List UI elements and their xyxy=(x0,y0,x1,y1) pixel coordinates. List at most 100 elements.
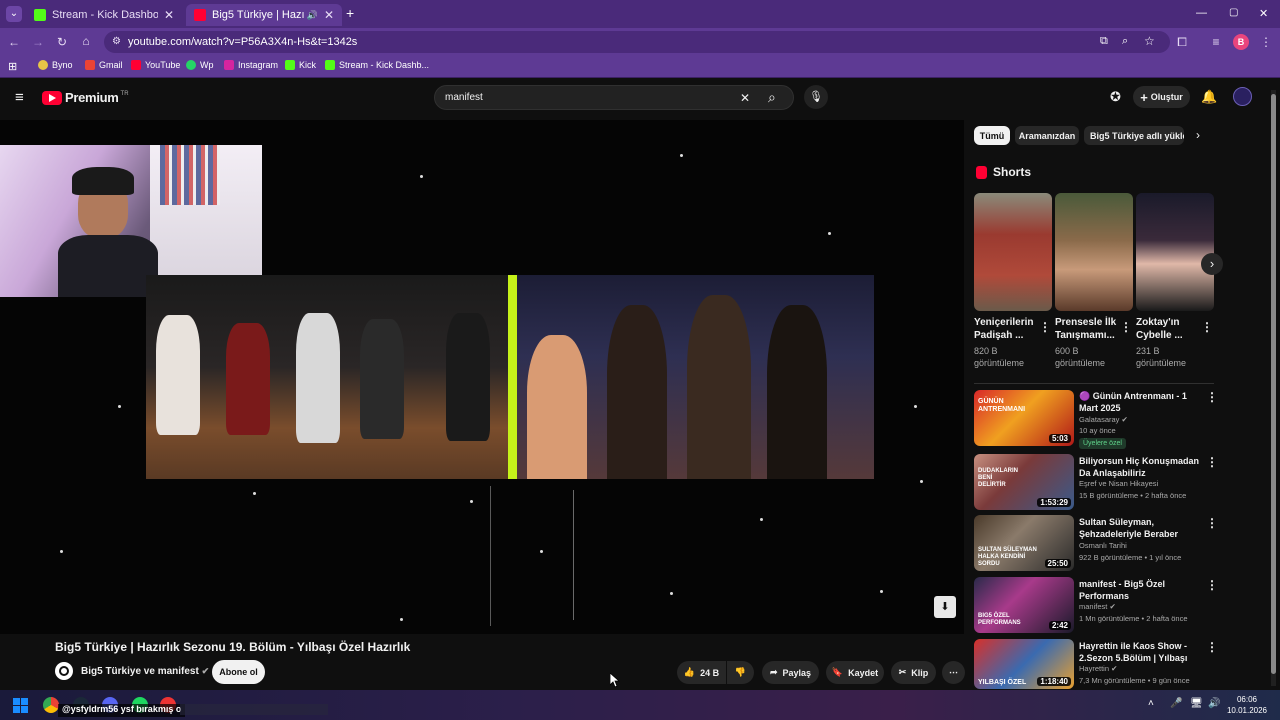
chrome-taskbar-icon[interactable] xyxy=(43,697,59,713)
rec-thumbnail[interactable]: GÜNÜN ANTRENMANI 5:03 xyxy=(974,390,1074,446)
create-button[interactable]: + Oluştur xyxy=(1133,86,1190,108)
search-box[interactable]: manifest ✕ ⌕ xyxy=(434,85,794,110)
video-frame-reaction xyxy=(517,275,874,479)
rec-thumbnail[interactable]: DUDAKLARIN BENİ DELİRTİR 1:53:29 xyxy=(974,454,1074,510)
bookmark-youtube[interactable]: YouTube xyxy=(131,60,180,70)
search-input[interactable]: manifest xyxy=(445,92,483,103)
home-icon[interactable]: ⌂ xyxy=(78,34,94,48)
rec-title[interactable]: Hayrettin ile Kaos Show - 2.Sezon 5.Bölü… xyxy=(1079,640,1201,664)
shorts-next-button[interactable]: › xyxy=(1201,253,1223,275)
rec-title[interactable]: Sultan Süleyman, Şehzadeleriyle Beraber … xyxy=(1079,516,1201,540)
channel-name[interactable]: Big5 Türkiye ve manifest ✔ xyxy=(81,666,209,677)
browser-menu-icon[interactable]: ⋮ xyxy=(1258,35,1274,49)
tab-search-icon[interactable]: ⌄ xyxy=(6,6,22,22)
rec-more-icon[interactable]: ⋮ xyxy=(1206,516,1218,530)
chip-from-search[interactable]: Aramanızdan xyxy=(1015,126,1079,145)
thumb-text: YILBAŞI ÖZEL xyxy=(978,679,1027,686)
video-player[interactable]: ⬇ xyxy=(0,120,964,634)
profile-avatar[interactable]: B xyxy=(1233,34,1249,50)
rec-channel[interactable]: Eşref ve Nisan Hikayesi xyxy=(1079,478,1204,490)
short-title[interactable]: Prensesle İlk Tanışmamı... xyxy=(1055,316,1125,342)
clear-search-icon[interactable]: ✕ xyxy=(740,91,750,105)
apps-grid-icon[interactable]: ⊞ xyxy=(8,60,17,73)
back-icon[interactable]: ← xyxy=(6,35,22,49)
like-button[interactable]: 👍 24 B xyxy=(677,661,726,684)
subscribe-button[interactable]: Abone ol xyxy=(212,660,265,684)
cast-icon[interactable]: ⧉ xyxy=(1100,35,1108,48)
bookmark-byno[interactable]: Byno xyxy=(38,60,73,70)
bookmark-label: Byno xyxy=(52,60,73,70)
rec-more-icon[interactable]: ⋮ xyxy=(1206,578,1218,592)
dislike-button[interactable]: 👎 xyxy=(727,661,754,684)
extensions-icon[interactable]: ⧠ xyxy=(1174,35,1190,50)
mouse-cursor-icon xyxy=(610,673,620,688)
bookmark-kick[interactable]: Kick xyxy=(285,60,316,70)
voice-search-icon[interactable]: 🎙 xyxy=(804,85,828,109)
share-button[interactable]: ➦ Paylaş xyxy=(762,661,819,684)
rec-thumbnail[interactable]: YILBAŞI ÖZEL 1:18:40 xyxy=(974,639,1074,689)
windows-start-icon[interactable] xyxy=(13,698,28,713)
short-title[interactable]: Zoktay'ın Cybelle ... xyxy=(1136,316,1206,342)
bookmark-instagram[interactable]: Instagram xyxy=(224,60,278,70)
tray-expand-icon[interactable]: ˄ xyxy=(1148,698,1154,709)
restore-icon[interactable]: ▢ xyxy=(1229,7,1238,18)
system-clock[interactable]: 06:06 10.01.2026 xyxy=(1225,694,1269,716)
tab-youtube-video[interactable]: Big5 Türkiye | Hazırlık Sezonu 🔊 ✕ xyxy=(186,4,342,26)
chips-next-chevron-icon[interactable]: › xyxy=(1196,128,1200,142)
hamburger-menu-icon[interactable]: ≡ xyxy=(15,89,24,106)
reload-icon[interactable]: ↻ xyxy=(54,35,70,49)
rec-more-icon[interactable]: ⋮ xyxy=(1206,455,1218,469)
members-only-badge: Üyelere özel xyxy=(1079,438,1126,449)
rec-more-icon[interactable]: ⋮ xyxy=(1206,390,1218,404)
bookmark-kick-dashboard[interactable]: Stream - Kick Dashb... xyxy=(325,60,429,70)
save-button[interactable]: 🔖 Kaydet xyxy=(826,661,884,684)
short-title[interactable]: Yeniçerilerin Padişah ... xyxy=(974,316,1044,342)
bookmark-gmail[interactable]: Gmail xyxy=(85,60,123,70)
rec-channel[interactable]: Osmanlı Tarihi xyxy=(1079,540,1204,552)
close-tab-icon[interactable]: ✕ xyxy=(164,8,174,22)
rec-title[interactable]: 🟣 Günün Antrenmanı - 1 Mart 2025 xyxy=(1079,390,1201,414)
scrollbar-thumb[interactable] xyxy=(1271,94,1276,674)
microphone-tray-icon[interactable]: 🎤 xyxy=(1170,698,1182,709)
rec-more-icon[interactable]: ⋮ xyxy=(1206,640,1218,654)
new-tab-icon[interactable]: + xyxy=(346,6,360,20)
premium-badge-icon[interactable]: ✪ xyxy=(1110,89,1121,105)
channel-watermark-icon[interactable]: ⬇ xyxy=(934,596,956,618)
close-tab-icon[interactable]: ✕ xyxy=(324,8,334,22)
tab-kick-dashboard[interactable]: Stream - Kick Dashboard ✕ xyxy=(26,4,182,26)
search-icon[interactable]: ⌕ xyxy=(768,89,776,106)
short-thumbnail[interactable] xyxy=(974,193,1052,311)
minimize-icon[interactable]: — xyxy=(1196,7,1207,19)
zoom-icon[interactable]: ⌕ xyxy=(1122,35,1128,48)
rec-thumbnail[interactable]: SULTAN SÜLEYMAN HALKA KENDİNİ SORDU 25:5… xyxy=(974,515,1074,571)
rec-thumbnail[interactable]: BIG5 ÖZEL PERFORMANS 2:42 xyxy=(974,577,1074,633)
youtube-premium-logo[interactable]: Premium TR xyxy=(42,90,129,105)
short-more-icon[interactable]: ⋮ xyxy=(1201,320,1213,334)
rec-title[interactable]: manifest - Big5 Özel Performans xyxy=(1079,578,1201,602)
account-avatar[interactable] xyxy=(1233,87,1252,106)
short-thumbnail[interactable] xyxy=(1136,193,1214,311)
volume-tray-icon[interactable]: 🔊 xyxy=(1208,698,1220,709)
bookmark-wp[interactable]: Wp xyxy=(186,60,214,70)
page-scrollbar[interactable] xyxy=(1271,90,1276,686)
short-more-icon[interactable]: ⋮ xyxy=(1039,320,1051,334)
notifications-bell-icon[interactable]: 🔔 xyxy=(1201,89,1217,105)
chip-all[interactable]: Tümü xyxy=(974,126,1010,145)
rec-channel[interactable]: manifest ✔ xyxy=(1079,601,1204,613)
window-close-icon[interactable]: ✕ xyxy=(1259,7,1268,20)
site-info-icon[interactable]: ⚙ xyxy=(112,36,121,47)
address-bar[interactable]: ⚙ youtube.com/watch?v=P56A3X4n-Hs&t=1342… xyxy=(104,31,1170,53)
short-thumbnail[interactable] xyxy=(1055,193,1133,311)
audio-playing-icon[interactable]: 🔊 xyxy=(307,10,318,21)
short-more-icon[interactable]: ⋮ xyxy=(1120,320,1132,334)
forward-icon[interactable]: → xyxy=(30,35,46,49)
bookmark-star-icon[interactable]: ☆ xyxy=(1144,34,1155,48)
reading-list-icon[interactable]: ≡ xyxy=(1208,35,1224,49)
clip-button[interactable]: ✂ Klip xyxy=(891,661,936,684)
rec-channel[interactable]: Hayrettin ✔ xyxy=(1079,663,1204,675)
more-actions-button[interactable]: ⋯ xyxy=(942,661,965,684)
monitor-tray-icon[interactable]: 🖥 xyxy=(1190,698,1203,709)
channel-avatar[interactable] xyxy=(55,662,73,680)
rec-title[interactable]: Biliyorsun Hiç Konuşmadan Da Anlaşabilir… xyxy=(1079,455,1201,479)
chip-uploader[interactable]: Big5 Türkiye adlı yükleyen xyxy=(1084,126,1184,145)
